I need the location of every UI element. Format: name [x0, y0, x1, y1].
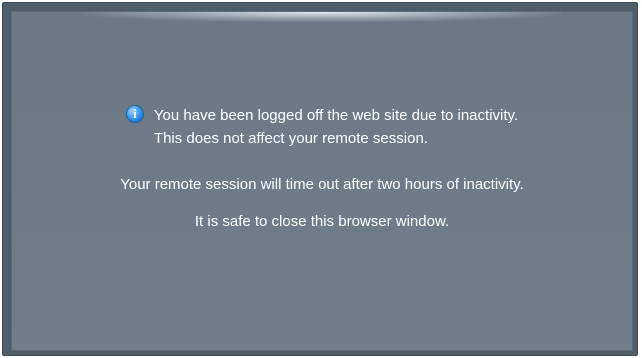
- logoff-info-text: You have been logged off the web site du…: [154, 104, 518, 150]
- info-icon: i: [125, 105, 144, 123]
- logoff-info-block: i You have been logged off the web site …: [12, 104, 632, 150]
- remote-session-unaffected-message: This does not affect your remote session…: [153, 130, 428, 147]
- logoff-message-panel: i You have been logged off the web site …: [11, 11, 633, 351]
- dialog-frame: i You have been logged off the web site …: [2, 2, 638, 356]
- safe-to-close-message: It is safe to close this browser window.: [194, 213, 450, 230]
- message-content: i You have been logged off the web site …: [12, 104, 632, 233]
- panel-top-highlight: [82, 12, 562, 22]
- logged-off-message: You have been logged off the web site du…: [153, 107, 519, 124]
- session-timeout-message: Your remote session will time out after …: [120, 176, 524, 193]
